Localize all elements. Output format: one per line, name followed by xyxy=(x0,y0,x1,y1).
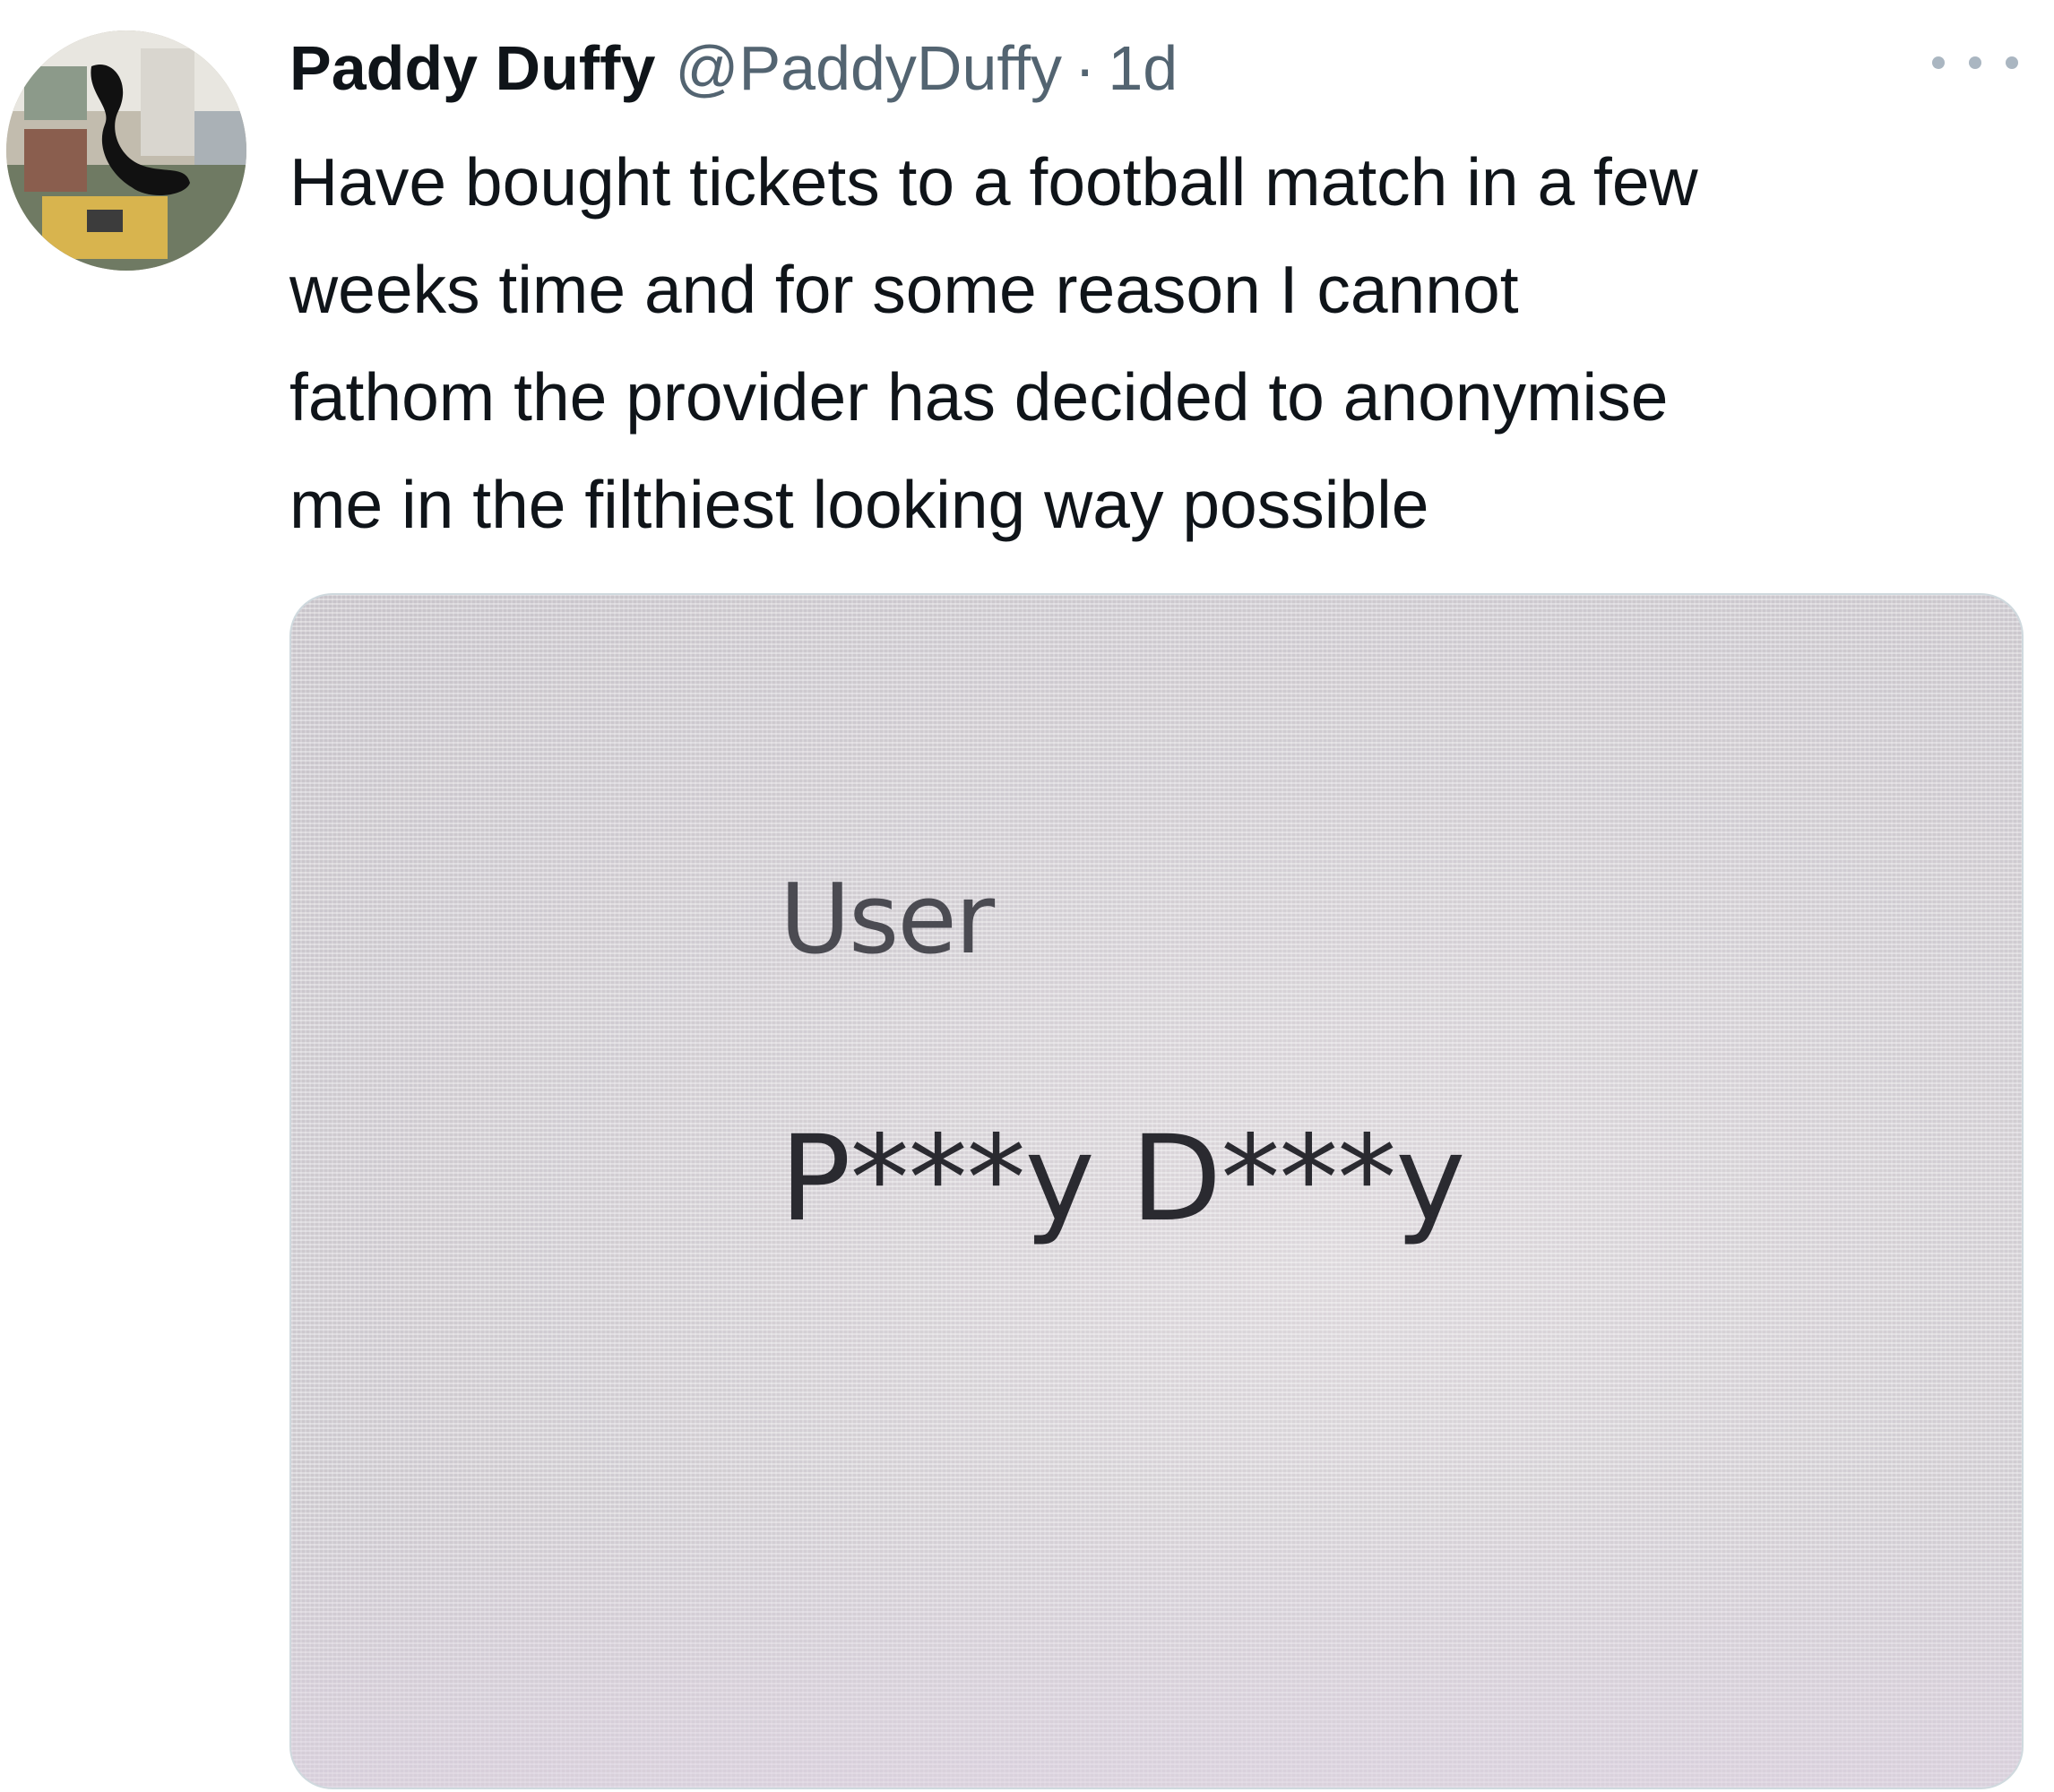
avatar-photo-icon xyxy=(6,30,246,271)
user-handle[interactable]: @PaddyDuffy xyxy=(675,23,1062,113)
tweet-text: Have bought tickets to a football match … xyxy=(289,144,1698,542)
more-dot xyxy=(2006,56,2018,69)
header-separator: · xyxy=(1074,33,1096,103)
tweet-media-image[interactable]: User P***y D***y xyxy=(289,593,2024,1789)
tweet-header: Paddy Duffy @PaddyDuffy · 1d xyxy=(289,23,1178,113)
tweet[interactable]: Paddy Duffy @PaddyDuffy · 1d Have bought… xyxy=(0,0,2054,1792)
tweet-timestamp[interactable]: 1d xyxy=(1108,23,1178,113)
media-user-value: P***y D***y xyxy=(780,1110,1465,1248)
display-name[interactable]: Paddy Duffy xyxy=(289,23,655,113)
avatar[interactable] xyxy=(6,30,246,271)
media-user-label: User xyxy=(780,864,995,976)
more-dots-icon[interactable] xyxy=(1932,45,2018,81)
more-dot xyxy=(1932,56,1945,69)
more-dot xyxy=(1969,56,1981,69)
